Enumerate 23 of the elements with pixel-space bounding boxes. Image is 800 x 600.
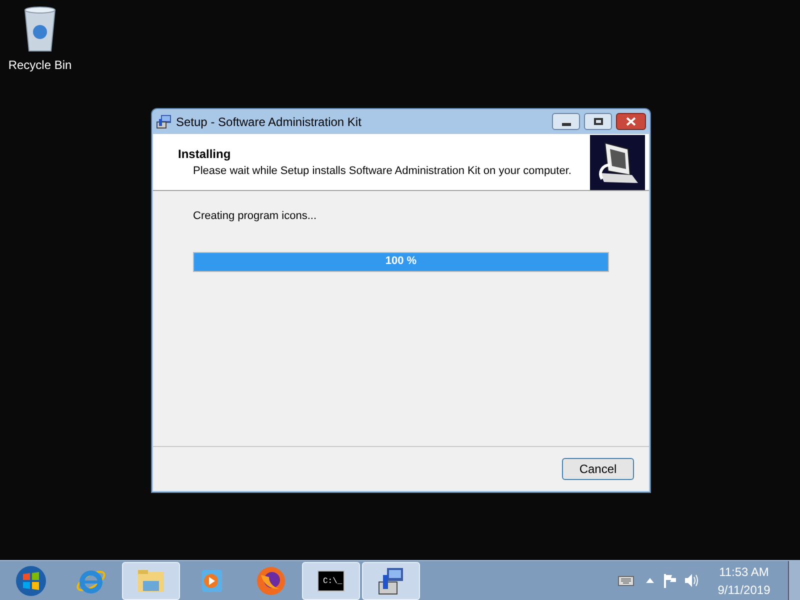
flag-icon[interactable] xyxy=(663,573,678,588)
status-text: Creating program icons... xyxy=(193,209,318,224)
cancel-button[interactable]: Cancel xyxy=(562,458,634,480)
page-description: Please wait while Setup installs Software Administration Kit on your computer. xyxy=(192,164,572,179)
windows-logo-icon xyxy=(15,564,47,596)
window-title: Setup - Software Administration Kit xyxy=(176,114,362,130)
page-title: Installing xyxy=(178,146,232,163)
close-icon xyxy=(626,117,636,126)
close-button[interactable] xyxy=(616,113,646,130)
progress-reading: 100 % xyxy=(384,254,418,270)
speaker-icon[interactable] xyxy=(684,573,700,588)
minimize-button[interactable] xyxy=(552,113,580,130)
installer-icon xyxy=(156,114,172,130)
fox-globe-icon xyxy=(255,564,287,596)
terminal-prompt-text: C:\_ xyxy=(323,576,342,588)
taskbar-button[interactable] xyxy=(362,562,420,600)
recycle-bin-icon[interactable] xyxy=(22,6,58,52)
desktop-icon-label[interactable]: Recycle Bin xyxy=(8,56,72,74)
caret-icon[interactable] xyxy=(646,578,654,583)
show-desktop-button[interactable] xyxy=(788,560,800,600)
maximize-button[interactable] xyxy=(584,113,612,130)
taskbar-button[interactable]: C:\_ xyxy=(302,562,360,600)
keyboard-icon[interactable] xyxy=(618,576,634,586)
